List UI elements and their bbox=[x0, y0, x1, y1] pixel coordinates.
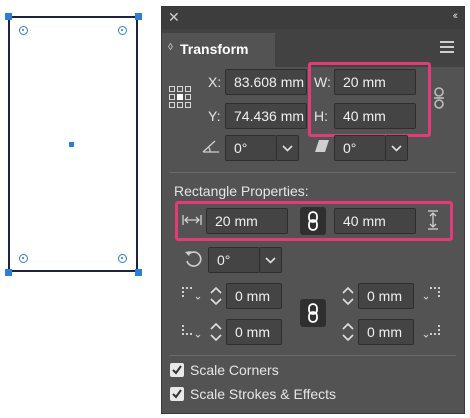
x-input[interactable]: 83.608 mm bbox=[225, 69, 307, 95]
corner-bl-input[interactable]: 0 mm bbox=[226, 319, 282, 345]
link-icon bbox=[308, 303, 318, 323]
corner-tl-input[interactable]: 0 mm bbox=[226, 283, 282, 309]
rect-rotation-dropdown[interactable] bbox=[260, 247, 282, 273]
close-icon[interactable]: ✕ bbox=[168, 9, 180, 26]
bounding-box-handle-top-right[interactable] bbox=[135, 13, 142, 20]
corner-bl-stepper[interactable] bbox=[206, 319, 226, 345]
transform-panel: ✕ ‹‹ ◊ Transform X: 83.608 mm Y: 74.436 … bbox=[161, 6, 465, 414]
corner-tr-stepper[interactable] bbox=[338, 283, 358, 309]
rotate-input[interactable]: 0° bbox=[225, 135, 277, 161]
corner-type-bottom-right-icon[interactable] bbox=[422, 323, 444, 339]
canvas bbox=[0, 0, 150, 280]
center-point bbox=[69, 142, 74, 147]
highlight-wh bbox=[308, 62, 431, 137]
panel-titlebar: ✕ ‹‹ bbox=[162, 7, 464, 29]
corner-tl-stepper[interactable] bbox=[206, 283, 226, 309]
rotate-dropdown[interactable] bbox=[277, 135, 299, 161]
hamburger-icon[interactable] bbox=[440, 41, 454, 53]
checkmark-icon bbox=[172, 389, 182, 399]
section-divider bbox=[170, 355, 456, 356]
collapse-icon[interactable]: ‹‹ bbox=[453, 10, 459, 22]
bounding-box-handle-bottom-right[interactable] bbox=[135, 269, 142, 276]
corner-br-input[interactable]: 0 mm bbox=[358, 319, 414, 345]
y-input[interactable]: 74.436 mm bbox=[225, 103, 307, 129]
corner-widget-top-right[interactable] bbox=[118, 26, 127, 35]
reference-point-icon[interactable] bbox=[168, 85, 192, 109]
shear-input[interactable]: 0° bbox=[334, 135, 386, 161]
chevron-down-icon bbox=[265, 257, 276, 264]
chevron-down-icon bbox=[282, 145, 293, 152]
bounding-box-handle-top-left[interactable] bbox=[5, 13, 12, 20]
shear-dropdown[interactable] bbox=[386, 135, 408, 161]
rect-rotation-input[interactable]: 0° bbox=[208, 247, 260, 273]
corner-tr-input[interactable]: 0 mm bbox=[358, 283, 414, 309]
grip-icon: ◊ bbox=[168, 42, 173, 53]
bounding-box-handle-bottom-left[interactable] bbox=[5, 269, 12, 276]
x-label: X: bbox=[208, 74, 222, 90]
link-corners-button[interactable] bbox=[300, 299, 326, 327]
stepper-arrows-icon bbox=[210, 286, 222, 306]
constrain-proportions-icon[interactable] bbox=[432, 87, 446, 109]
rectangle-properties-heading: Rectangle Properties: bbox=[174, 183, 309, 199]
corner-widget-bottom-right[interactable] bbox=[118, 254, 127, 263]
section-divider bbox=[170, 172, 456, 173]
corner-widget-top-left[interactable] bbox=[19, 26, 28, 35]
y-label: Y: bbox=[208, 108, 221, 124]
corner-br-stepper[interactable] bbox=[338, 319, 358, 345]
stepper-arrows-icon bbox=[210, 322, 222, 342]
rotate-icon bbox=[185, 251, 202, 267]
scale-corners-checkbox[interactable] bbox=[170, 363, 184, 377]
corner-type-bottom-left-icon[interactable] bbox=[180, 323, 202, 339]
scale-corners-label[interactable]: Scale Corners bbox=[190, 362, 279, 378]
chevron-down-icon bbox=[391, 145, 402, 152]
corner-widget-bottom-left[interactable] bbox=[19, 254, 28, 263]
rotate-angle-icon bbox=[202, 140, 219, 153]
stepper-arrows-icon bbox=[342, 322, 354, 342]
scale-strokes-label[interactable]: Scale Strokes & Effects bbox=[190, 386, 336, 402]
tab-transform[interactable]: ◊ Transform bbox=[162, 33, 275, 67]
checkmark-icon bbox=[172, 365, 182, 375]
tab-label: Transform bbox=[180, 41, 249, 57]
highlight-rect-size bbox=[175, 201, 453, 241]
corner-type-top-right-icon[interactable] bbox=[422, 285, 444, 301]
shear-icon bbox=[315, 140, 329, 152]
corner-type-top-left-icon[interactable] bbox=[180, 285, 202, 301]
stepper-arrows-icon bbox=[342, 286, 354, 306]
scale-strokes-checkbox[interactable] bbox=[170, 387, 184, 401]
